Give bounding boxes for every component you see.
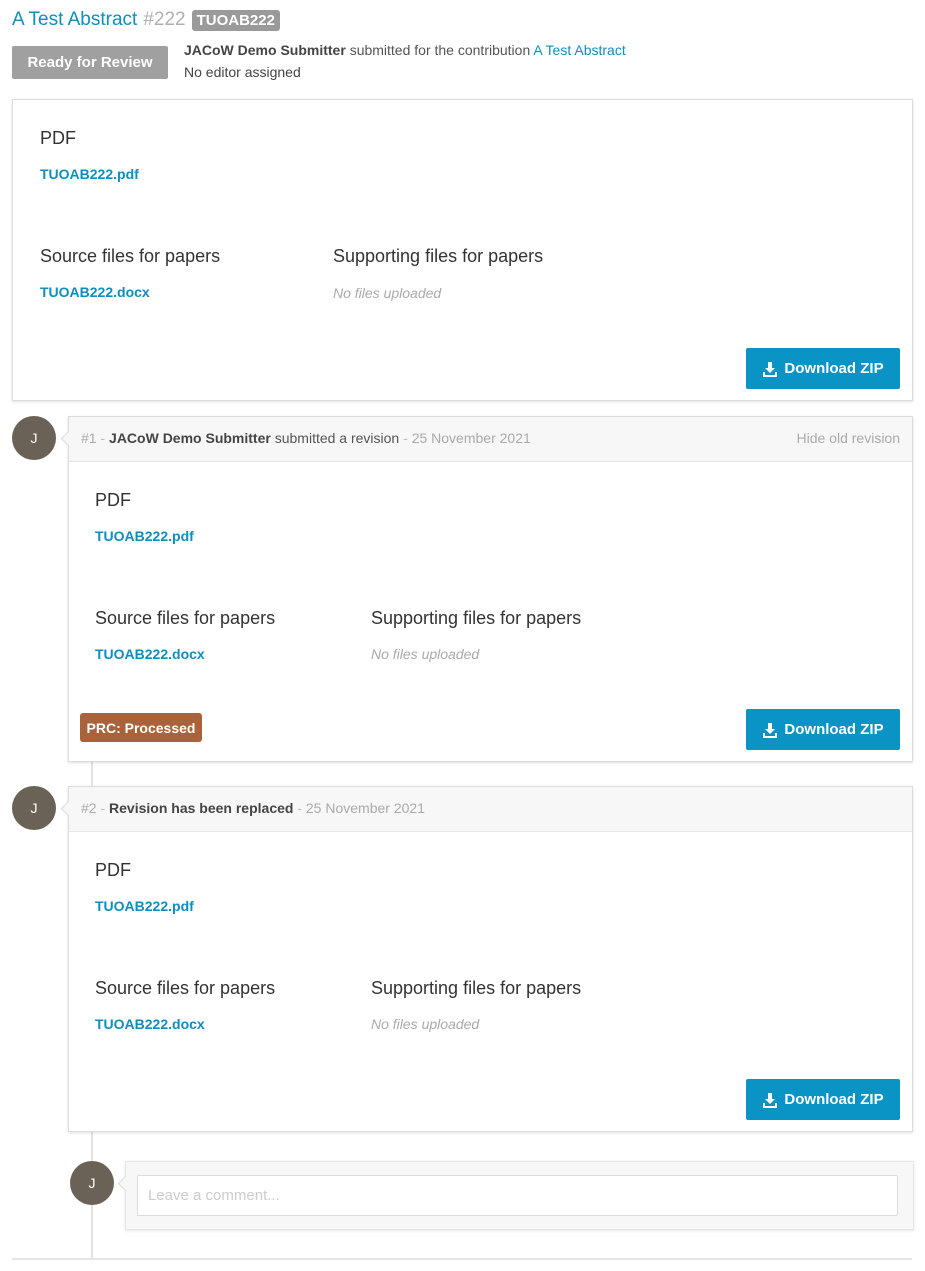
- download-zip-label: Download ZIP: [784, 360, 884, 377]
- download-zip-button[interactable]: Download ZIP: [746, 709, 900, 750]
- status-badge: Ready for Review: [12, 46, 168, 79]
- download-icon: [763, 361, 778, 377]
- submitted-text: submitted for the contribution: [349, 42, 531, 58]
- avatar: J: [12, 786, 56, 830]
- current-files-card: PDF TUOAB222.pdf Source files for papers…: [12, 99, 913, 401]
- source-file-link[interactable]: TUOAB222.docx: [95, 646, 205, 662]
- supporting-files-empty: No files uploaded: [333, 285, 442, 301]
- revision-number: #1: [81, 430, 97, 446]
- download-zip-label: Download ZIP: [784, 1091, 884, 1108]
- pdf-section-label: PDF: [95, 860, 131, 880]
- separator: -: [293, 800, 306, 816]
- divider: [12, 1258, 912, 1260]
- separator: -: [399, 430, 412, 446]
- separator: -: [96, 430, 110, 446]
- page-title[interactable]: A Test Abstract: [12, 9, 137, 31]
- download-icon: [763, 1092, 778, 1108]
- avatar: J: [70, 1161, 114, 1205]
- pdf-file-link[interactable]: TUOAB222.pdf: [40, 166, 139, 182]
- editor-status: No editor assigned: [184, 64, 301, 80]
- prc-status-badge: PRC: Processed: [80, 713, 202, 742]
- download-zip-button[interactable]: Download ZIP: [746, 1079, 900, 1120]
- revision-author: Revision has been replaced: [109, 800, 294, 816]
- contribution-number: #222: [143, 9, 186, 30]
- revision-date: 25 November 2021: [305, 800, 425, 816]
- comment-box: [125, 1161, 914, 1230]
- source-files-label: Source files for papers: [95, 608, 276, 628]
- submitter-name: JACoW Demo Submitter: [184, 42, 346, 58]
- pdf-section-label: PDF: [40, 128, 76, 148]
- supporting-files-label: Supporting files for papers: [371, 608, 582, 628]
- timeline-connector: [91, 762, 93, 786]
- supporting-files-label: Supporting files for papers: [333, 246, 544, 266]
- revision-action: submitted a revision: [274, 430, 400, 446]
- pdf-file-link[interactable]: TUOAB222.pdf: [95, 898, 194, 914]
- source-file-link[interactable]: TUOAB222.docx: [40, 284, 150, 300]
- separator: -: [96, 800, 110, 816]
- revision-card-2: #2 - Revision has been replaced - 25 Nov…: [68, 786, 913, 1132]
- revision-card-1: #1 - JACoW Demo Submitter submitted a re…: [68, 416, 913, 762]
- source-file-link[interactable]: TUOAB222.docx: [95, 1016, 205, 1032]
- revision-header: #1 - JACoW Demo Submitter submitted a re…: [69, 417, 912, 462]
- contribution-code-badge: TUOAB222: [191, 9, 280, 31]
- supporting-files-label: Supporting files for papers: [371, 978, 582, 998]
- revision-header-text: #1 - JACoW Demo Submitter submitted a re…: [81, 430, 531, 446]
- revision-header: #2 - Revision has been replaced - 25 Nov…: [69, 787, 912, 832]
- contribution-link[interactable]: A Test Abstract: [533, 42, 625, 58]
- pdf-section-label: PDF: [95, 490, 131, 510]
- source-files-label: Source files for papers: [95, 978, 276, 998]
- download-icon: [763, 722, 778, 738]
- revision-date: 25 November 2021: [411, 430, 531, 446]
- download-zip-button[interactable]: Download ZIP: [746, 348, 900, 389]
- revision-author: JACoW Demo Submitter: [109, 430, 271, 446]
- revision-number: #2: [81, 800, 97, 816]
- submission-info: JACoW Demo Submitter submitted for the c…: [184, 42, 626, 58]
- supporting-files-empty: No files uploaded: [371, 1016, 480, 1032]
- download-zip-label: Download ZIP: [784, 721, 884, 738]
- revision-header-text: #2 - Revision has been replaced - 25 Nov…: [81, 800, 425, 816]
- source-files-label: Source files for papers: [40, 246, 221, 266]
- page-title-row: A Test Abstract #222 TUOAB222: [12, 6, 280, 34]
- supporting-files-empty: No files uploaded: [371, 646, 480, 662]
- avatar: J: [12, 416, 56, 460]
- hide-old-revision-link[interactable]: Hide old revision: [797, 430, 901, 446]
- pdf-file-link[interactable]: TUOAB222.pdf: [95, 528, 194, 544]
- comment-input[interactable]: [137, 1175, 898, 1216]
